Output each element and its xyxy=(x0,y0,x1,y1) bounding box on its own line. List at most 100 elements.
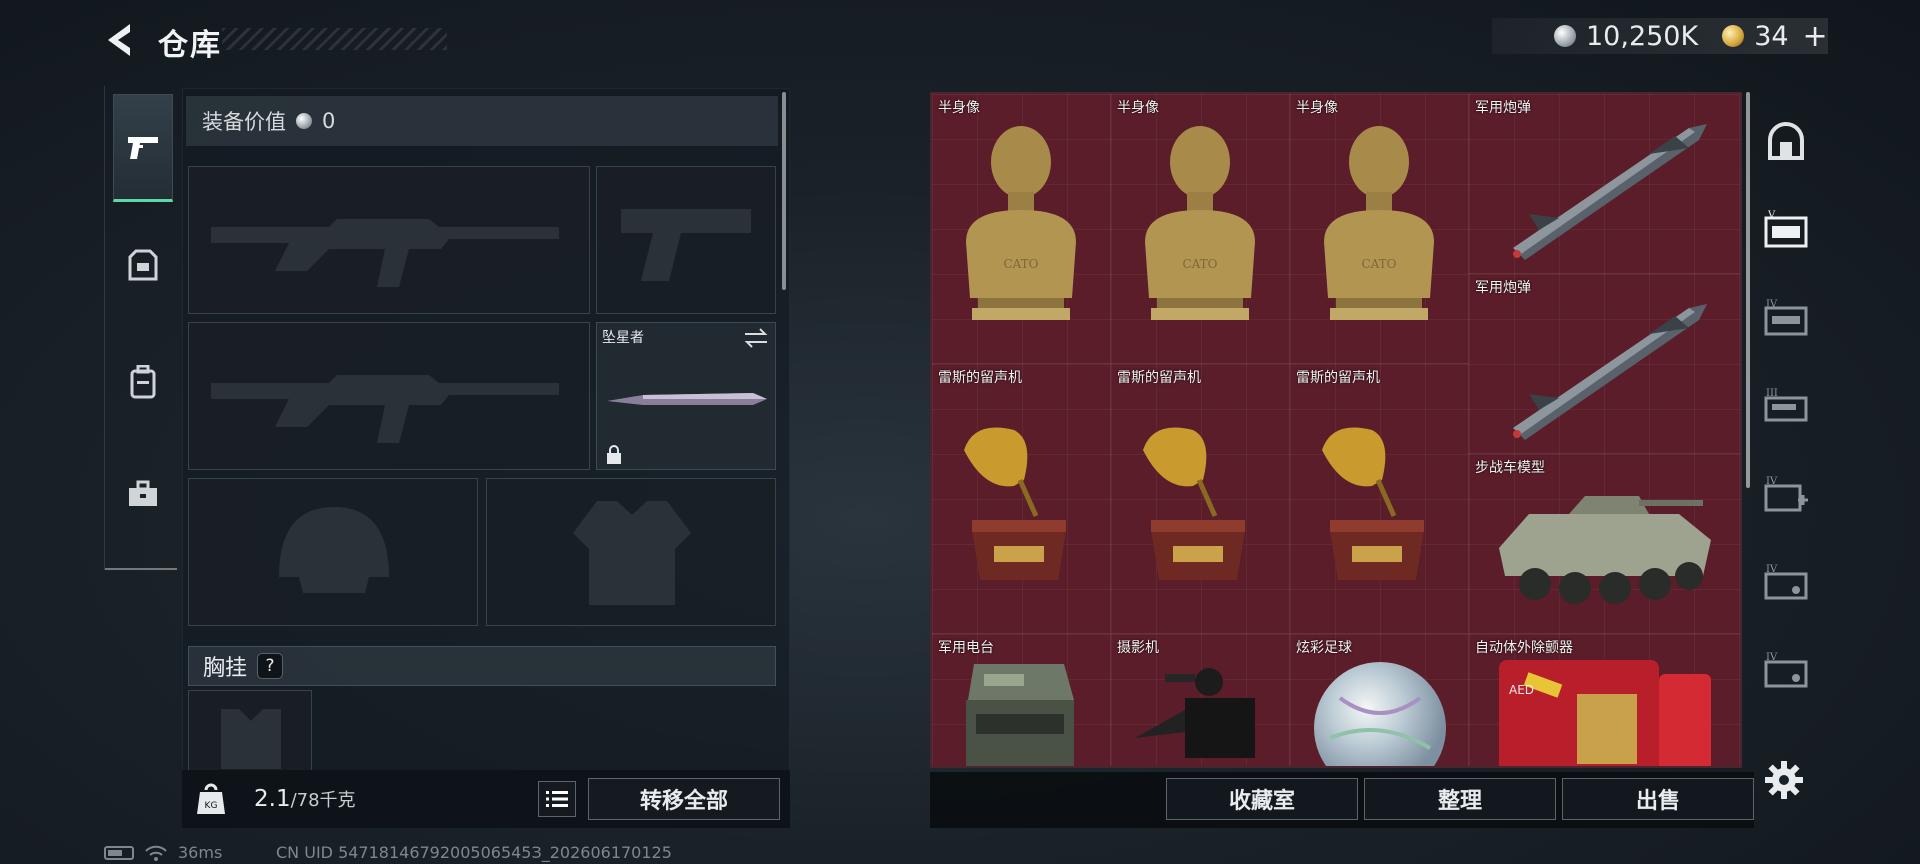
melee-slot[interactable]: 坠星者 xyxy=(596,322,776,470)
helmet-slot[interactable] xyxy=(188,478,478,626)
item-cell-missile[interactable]: 军用炮弹 xyxy=(1469,274,1740,454)
add-currency-button[interactable]: + xyxy=(1803,19,1828,54)
melee-name: 坠星者 xyxy=(602,330,644,346)
swap-icon[interactable] xyxy=(743,327,769,349)
title-decoration xyxy=(222,28,447,50)
transfer-all-button[interactable]: 转移全部 xyxy=(588,778,780,820)
rifle-silhouette-icon xyxy=(211,219,559,287)
item-cell-camera[interactable]: 摄影机 xyxy=(1111,634,1290,766)
tab-weapons[interactable] xyxy=(113,94,173,202)
equipment-value-label: 装备价值 xyxy=(202,110,286,134)
helmet-filter-icon xyxy=(1768,122,1804,160)
gramophone-icon xyxy=(1322,427,1424,580)
tab-tools[interactable] xyxy=(113,440,173,548)
item-cell-bust[interactable]: 半身像 CATO xyxy=(1111,94,1290,364)
filter-tier: IV xyxy=(1766,652,1778,663)
football-icon xyxy=(1314,662,1446,766)
currency-bar: 10,250K 34 + xyxy=(1492,18,1828,54)
filter-weapon-chest[interactable]: V xyxy=(1762,206,1810,254)
tab-backpack[interactable] xyxy=(113,328,173,436)
weight-current: 2.1 xyxy=(254,786,291,812)
knife-icon xyxy=(607,393,767,405)
organize-button[interactable]: 整理 xyxy=(1364,778,1556,820)
missile-icon xyxy=(1513,124,1707,260)
item-cell-ifv-model[interactable]: 步战车模型 xyxy=(1469,454,1740,634)
collection-room-button[interactable]: 收藏室 xyxy=(1166,778,1358,820)
status-bar: 36ms xyxy=(104,843,222,862)
item-name: 炫彩足球 xyxy=(1296,640,1352,656)
item-name: 半身像 xyxy=(1296,100,1338,116)
silver-coin-icon xyxy=(1554,25,1576,47)
rifle-silhouette-icon xyxy=(211,375,559,443)
filter-tier: V xyxy=(1767,210,1776,221)
item-cell-radio[interactable]: 军用电台 xyxy=(932,634,1111,766)
sell-button[interactable]: 出售 xyxy=(1562,778,1754,820)
filter-item-case[interactable]: IV xyxy=(1762,558,1810,606)
back-button[interactable] xyxy=(100,18,144,62)
filter-ammo-box[interactable]: III xyxy=(1762,382,1810,430)
body-armor-slot[interactable] xyxy=(486,478,776,626)
warehouse-scrollbar[interactable] xyxy=(1746,92,1750,488)
item-cell-aed[interactable]: 自动体外除颤器 AED xyxy=(1469,634,1740,766)
tabs-divider xyxy=(105,568,177,570)
bust-inscription: CATO xyxy=(1361,257,1396,271)
helmet-silhouette-icon xyxy=(279,507,389,593)
pistol-icon xyxy=(128,137,158,159)
user-uid: CN UID 5471814679200506545З_202606170125 xyxy=(276,843,672,862)
filter-helmet[interactable] xyxy=(1762,118,1810,166)
radio-icon xyxy=(966,664,1074,766)
gold-coin-icon xyxy=(1722,25,1745,47)
secondary-weapon-slot[interactable] xyxy=(188,322,590,470)
armor-icon xyxy=(128,249,158,281)
item-cell-gramophone[interactable]: 雷斯的留声机 xyxy=(932,364,1111,634)
item-name: 雷斯的留声机 xyxy=(1296,370,1380,386)
bust-inscription: CATO xyxy=(1182,257,1217,271)
item-name: 军用电台 xyxy=(938,640,994,656)
bust-inscription: CATO xyxy=(1003,257,1038,271)
camera-icon xyxy=(1135,668,1255,758)
item-cell-bust[interactable]: 半身像 CATO xyxy=(1290,94,1469,364)
filter-tier: III xyxy=(1766,388,1778,399)
item-cell-bust[interactable]: 半身像 CATO xyxy=(932,94,1111,364)
item-name: 步战车模型 xyxy=(1475,460,1545,476)
pistol-silhouette-icon xyxy=(621,209,751,281)
filter-medkit[interactable]: IV xyxy=(1762,470,1810,518)
weapon-chest-filter-icon: V xyxy=(1764,210,1808,248)
filter-bar: V IV III IV IV IV xyxy=(1752,92,1816,782)
bust-icon: CATO xyxy=(1324,126,1434,320)
chest-rig-label: 胸挂 xyxy=(203,656,248,681)
page-title: 仓库 xyxy=(158,28,222,63)
list-view-button[interactable] xyxy=(538,781,576,817)
item-cell-football[interactable]: 炫彩足球 xyxy=(1290,634,1469,766)
primary-weapon-slot[interactable] xyxy=(188,166,590,314)
equipment-scrollbar[interactable] xyxy=(782,92,786,290)
filter-item-case[interactable]: IV xyxy=(1762,646,1810,694)
item-name: 雷斯的留声机 xyxy=(1117,370,1201,386)
chest-rig-slot[interactable] xyxy=(188,690,312,774)
item-name: 半身像 xyxy=(938,100,980,116)
item-cell-missile[interactable]: 军用炮弹 xyxy=(1469,94,1740,274)
tab-armor[interactable] xyxy=(113,212,173,320)
equipment-value-bar: 装备价值 0 xyxy=(186,96,778,146)
ping-readout: 36ms xyxy=(178,843,223,862)
toolbox-icon xyxy=(129,480,157,506)
item-cell-gramophone[interactable]: 雷斯的留声机 xyxy=(1290,364,1469,634)
help-button[interactable]: ? xyxy=(257,653,284,679)
wifi-icon xyxy=(145,845,167,861)
silver-currency-amount: 10,250K xyxy=(1586,20,1699,52)
weight-max: /78千克 xyxy=(290,790,356,811)
filter-weapon-case[interactable]: IV xyxy=(1762,294,1810,342)
item-case-filter-icon: IV xyxy=(1764,564,1808,600)
filter-tier: IV xyxy=(1766,564,1778,575)
warehouse-grid: 半身像 CATO 半身像 CATO 半身像 CATO 军用炮弹 军用炮弹 雷斯的… xyxy=(930,92,1742,768)
ammo-box-filter-icon: III xyxy=(1764,388,1808,422)
item-cell-gramophone[interactable]: 雷斯的留声机 xyxy=(1111,364,1290,634)
medkit-filter-icon: IV xyxy=(1764,476,1808,512)
item-name: 半身像 xyxy=(1117,100,1159,116)
settings-gear-icon[interactable] xyxy=(1764,760,1804,800)
silver-coin-icon xyxy=(296,113,312,129)
filter-tier: IV xyxy=(1766,299,1778,310)
sidearm-slot[interactable] xyxy=(596,166,776,314)
bust-icon: CATO xyxy=(1145,126,1255,320)
list-icon xyxy=(546,791,568,807)
